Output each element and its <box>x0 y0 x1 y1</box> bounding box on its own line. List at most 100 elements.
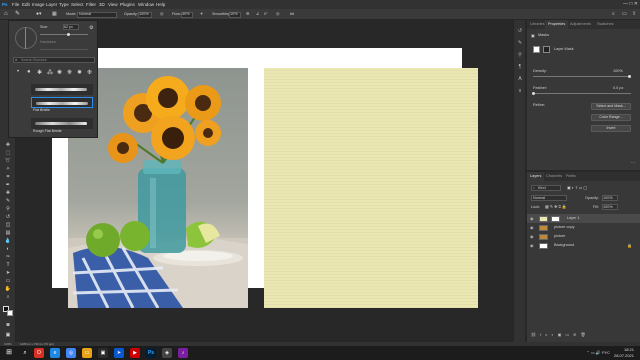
eye-icon[interactable]: ◉ <box>530 214 534 223</box>
apply-mask-icon[interactable]: ⋯ <box>631 160 635 165</box>
menu-type[interactable]: Type <box>59 0 69 9</box>
menu-file[interactable]: File <box>12 0 19 9</box>
gear-icon[interactable]: ⚙ <box>89 25 93 31</box>
brush-settings-icon[interactable]: ▦ <box>52 9 57 20</box>
tab-paths[interactable]: Paths <box>563 172 579 181</box>
eyedropper-icon[interactable]: ✒ <box>4 182 12 188</box>
history-icon[interactable]: ↺ <box>517 28 523 34</box>
tab-adjustments[interactable]: Adjustments <box>567 20 594 29</box>
pen-tool-icon[interactable]: ✑ <box>4 254 12 260</box>
menu-edit[interactable]: Edit <box>22 0 30 9</box>
layer-row-picture[interactable]: ◉ picture <box>527 232 640 241</box>
dodge-icon[interactable]: ◐ <box>4 246 12 252</box>
angle-icon[interactable]: ∠ <box>256 9 259 20</box>
search-icon[interactable]: ⌕ <box>612 9 615 20</box>
healing-icon[interactable]: ✚ <box>4 190 12 196</box>
quick-select-icon[interactable]: ✧ <box>4 166 12 172</box>
brush-preset-icon[interactable]: ●▾ <box>36 9 42 20</box>
hand-tool-icon[interactable]: ✋ <box>4 286 12 292</box>
tab-properties[interactable]: Properties <box>545 20 569 29</box>
density-slider-knob[interactable] <box>628 75 631 78</box>
ps-logo-icon[interactable]: Ps <box>2 0 8 9</box>
brush-tip-icon[interactable]: ✱ <box>37 69 42 76</box>
brush-tool-icon[interactable]: ✎ <box>4 198 12 204</box>
crop-tool-icon[interactable]: ⌗ <box>4 174 12 180</box>
tray-icons[interactable]: ⌃ ▭ 🔊 <box>587 350 602 355</box>
kind-filter-select[interactable] <box>531 185 561 191</box>
layer-row-background[interactable]: ◉ Background 🔒 <box>527 241 640 250</box>
brush-tip-icon[interactable]: ● <box>27 69 31 75</box>
lock-icons[interactable]: ▦✎✥⌗🔒 <box>545 204 568 209</box>
tab-layers[interactable]: Layers <box>527 172 545 181</box>
clone-source-icon[interactable]: ⚲ <box>517 52 523 58</box>
menu-plugins[interactable]: Plugins <box>120 0 135 9</box>
brush-tip-icon[interactable]: ❉ <box>87 69 92 76</box>
layer-mask-thumbnail[interactable] <box>551 215 560 222</box>
hardness-slider[interactable] <box>40 49 88 50</box>
invert-button[interactable]: Invert <box>591 125 631 132</box>
lasso-tool-icon[interactable]: ➰ <box>4 158 12 164</box>
menu-layer[interactable]: Layer <box>46 0 57 9</box>
move-tool-icon[interactable]: ✥ <box>4 142 12 148</box>
shape-tool-icon[interactable]: ▭ <box>4 278 12 284</box>
clock[interactable]: 18:21 28.07.2021 <box>614 347 634 359</box>
pressure-opacity-icon[interactable]: ◎ <box>160 9 163 20</box>
pressure-size-icon[interactable]: ◎ <box>276 9 279 20</box>
paragraph-icon[interactable]: ¶ <box>517 64 523 70</box>
brush-tip-icon[interactable]: • <box>17 69 19 75</box>
feather-slider[interactable] <box>533 93 631 94</box>
character-icon[interactable]: A <box>517 76 523 82</box>
layer-row-layer-1[interactable]: ◉ Layer 1 <box>527 214 640 223</box>
background-color-swatch[interactable] <box>7 310 13 316</box>
filter-icons[interactable]: ▣◐T▭▢ <box>567 185 588 190</box>
language-indicator[interactable]: РУС <box>602 350 610 355</box>
brush-tip-icon[interactable]: ✺ <box>57 69 62 76</box>
size-slider[interactable] <box>40 34 88 35</box>
size-slider-knob[interactable] <box>67 33 70 36</box>
menu-select[interactable]: Select <box>71 0 84 9</box>
density-slider[interactable] <box>533 76 631 77</box>
windows-start-icon[interactable]: ⊞ <box>4 348 14 358</box>
eraser-icon[interactable]: ◫ <box>4 222 12 228</box>
brush-tip-icon[interactable]: ⁂ <box>47 69 53 76</box>
workspace-icon[interactable]: ▭ <box>622 9 627 20</box>
path-select-icon[interactable]: ➤ <box>4 270 12 276</box>
feather-slider-knob[interactable] <box>532 92 535 95</box>
vector-mask-thumb[interactable] <box>543 46 550 53</box>
symmetry-icon[interactable]: ⋈ <box>290 9 294 20</box>
youtube-icon[interactable]: ▶ <box>130 348 140 358</box>
layer-actions-icons[interactable]: ⛓fx◐▣▭⊕🗑 <box>531 332 590 337</box>
select-and-mask-button[interactable]: Select and Mask... <box>591 103 631 110</box>
quick-mask-icon[interactable]: ◙ <box>4 322 12 328</box>
type-tool-icon[interactable]: T <box>4 262 12 268</box>
menu-help[interactable]: Help <box>156 0 165 9</box>
menu-window[interactable]: Window <box>138 0 154 9</box>
screen-mode-icon[interactable]: ▣ <box>4 332 12 338</box>
app-icon[interactable]: ♪ <box>178 348 188 358</box>
share-icon[interactable]: ⇪ <box>632 9 636 20</box>
recent-brushes[interactable]: • ● ✱ ⁂ ✺ ❋ ✹ ❉ <box>13 67 95 79</box>
menu-filter[interactable]: Filter <box>86 0 96 9</box>
brush-preset-flat-bristle[interactable] <box>31 97 93 108</box>
home-icon[interactable]: ⌂ <box>4 9 8 20</box>
system-tray[interactable]: ⌃ ▭ 🔊 РУС <box>587 350 610 355</box>
app-icon[interactable]: ◈ <box>162 348 172 358</box>
brush-preset-rough-flat-bristle[interactable] <box>31 118 93 129</box>
eye-icon[interactable]: ◉ <box>530 232 534 241</box>
brush-tip-icon[interactable]: ✹ <box>77 69 82 76</box>
telegram-icon[interactable]: ➤ <box>114 348 124 358</box>
blur-icon[interactable]: 💧 <box>4 238 12 244</box>
menu-image[interactable]: Image <box>32 0 45 9</box>
eye-icon[interactable]: ◉ <box>530 241 534 250</box>
file-explorer-icon[interactable]: ▭ <box>82 348 92 358</box>
chrome-icon[interactable]: ◎ <box>66 348 76 358</box>
stamp-tool-icon[interactable]: ⚲ <box>4 206 12 212</box>
marquee-tool-icon[interactable]: ⬚ <box>4 150 12 156</box>
history-brush-icon[interactable]: ↺ <box>4 214 12 220</box>
eye-icon[interactable]: ◉ <box>530 223 534 232</box>
zoom-tool-icon[interactable]: ⌕ <box>4 294 12 300</box>
brush-tip-icon[interactable]: ❋ <box>67 69 72 76</box>
layer-row-picture-copy[interactable]: ◉ picture copy <box>527 223 640 232</box>
smoothing-options-icon[interactable]: ⚙ <box>246 9 249 20</box>
layer-mask-thumb[interactable] <box>533 46 540 53</box>
